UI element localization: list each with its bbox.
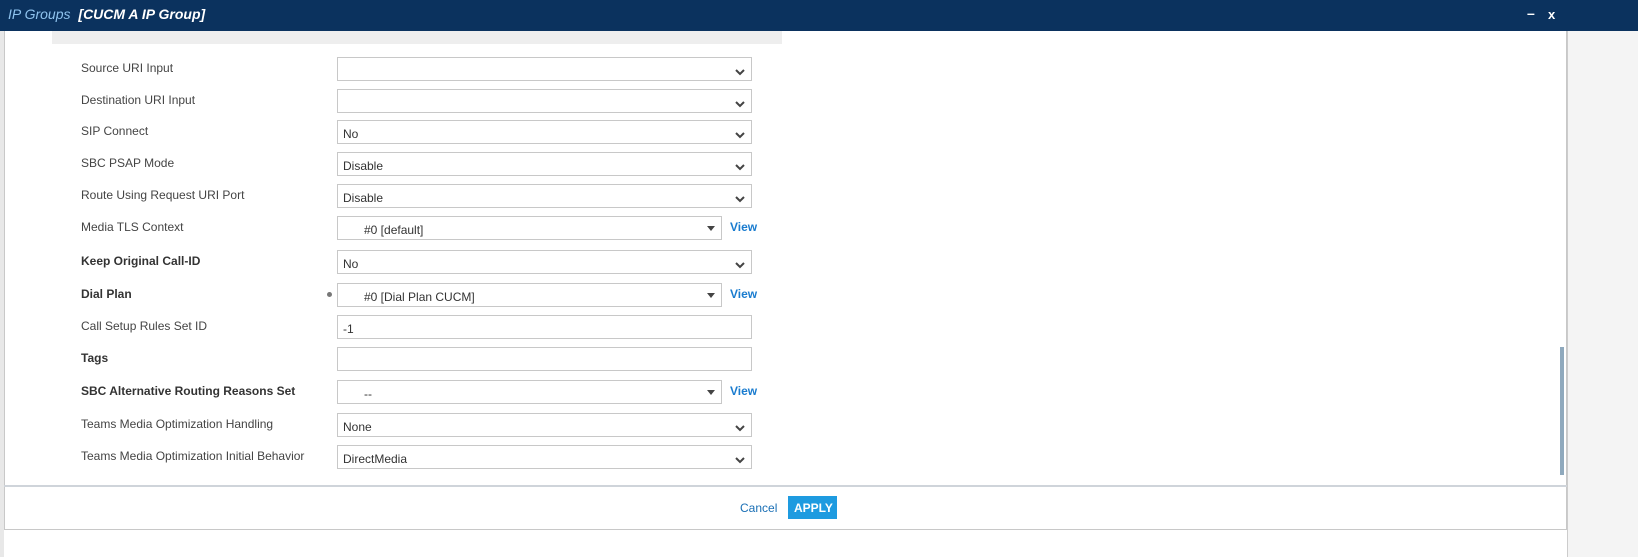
media-tls-context-select[interactable]: #0 [default] (337, 216, 722, 240)
field-label: Tags (81, 351, 109, 365)
field-row-keep-original-call-id: Keep Original Call-ID No (81, 250, 781, 274)
destination-uri-input-select[interactable] (337, 89, 752, 113)
field-label: Teams Media Optimization Handling (81, 417, 274, 431)
media-tls-context-view-link[interactable]: View (730, 220, 757, 234)
field-row-sbc-psap-mode: SBC PSAP Mode Disable (81, 152, 781, 176)
breadcrumb-item: [CUCM A IP Group] (78, 6, 206, 22)
apply-button[interactable]: APPLY (788, 496, 837, 519)
select-value: Disable (343, 159, 384, 173)
input-value: -1 (343, 322, 354, 336)
field-label: SBC Alternative Routing Reasons Set (81, 384, 296, 398)
field-row-teams-media-optimization-handling: Teams Media Optimization Handling None (81, 413, 781, 437)
select-value: No (343, 257, 359, 271)
sbc-alternative-routing-reasons-set-select[interactable]: -- (337, 380, 722, 404)
field-label: Keep Original Call-ID (81, 254, 201, 268)
chevron-down-icon (735, 160, 745, 174)
dropdown-triangle-icon (707, 293, 715, 298)
field-label: Dial Plan (81, 287, 132, 301)
field-row-destination-uri-input: Destination URI Input (81, 89, 781, 113)
footer-divider (4, 485, 1567, 487)
background-page (1567, 0, 1638, 557)
call-setup-rules-set-id-input[interactable]: -1 (337, 315, 752, 339)
chevron-down-icon (735, 128, 745, 142)
sip-connect-select[interactable]: No (337, 120, 752, 144)
close-icon[interactable]: x (1548, 7, 1555, 22)
field-row-media-tls-context: Media TLS Context #0 [default] View (81, 216, 781, 240)
field-label: Teams Media Optimization Initial Behavio… (81, 449, 305, 463)
chevron-down-icon (735, 421, 745, 435)
scrollbar[interactable] (1560, 347, 1564, 475)
select-value: None (343, 420, 372, 434)
dialog-header: IP Groups [CUCM A IP Group] – x (0, 0, 1638, 31)
minimize-icon[interactable]: – (1527, 5, 1535, 21)
select-value: #0 [default] (364, 223, 424, 237)
tags-input[interactable] (337, 347, 752, 371)
source-uri-input-select[interactable] (337, 57, 752, 81)
field-row-sip-connect: SIP Connect No (81, 120, 781, 144)
select-value: DirectMedia (343, 452, 408, 466)
chevron-down-icon (735, 258, 745, 272)
dropdown-triangle-icon (707, 390, 715, 395)
sbc-alternative-routing-reasons-set-view-link[interactable]: View (730, 384, 757, 398)
cancel-button[interactable]: Cancel (740, 501, 777, 515)
sbc-psap-mode-select[interactable]: Disable (337, 152, 752, 176)
field-row-source-uri-input: Source URI Input (81, 57, 781, 81)
chevron-down-icon (735, 192, 745, 206)
field-row-tags: Tags (81, 347, 781, 371)
select-value: Disable (343, 191, 384, 205)
breadcrumb-section: IP Groups (8, 6, 71, 22)
teams-media-optimization-handling-select[interactable]: None (337, 413, 752, 437)
select-value: -- (364, 387, 372, 401)
chevron-down-icon (735, 97, 745, 111)
field-row-dial-plan: Dial Plan #0 [Dial Plan CUCM] View (81, 283, 781, 307)
section-header (52, 31, 782, 44)
chevron-down-icon (735, 453, 745, 467)
field-row-teams-media-optimization-initial-behavior: Teams Media Optimization Initial Behavio… (81, 445, 781, 469)
dial-plan-select[interactable]: #0 [Dial Plan CUCM] (337, 283, 722, 307)
field-row-call-setup-rules-set-id: Call Setup Rules Set ID -1 (81, 315, 781, 339)
teams-media-optimization-initial-behavior-select[interactable]: DirectMedia (337, 445, 752, 469)
select-value: No (343, 127, 359, 141)
route-using-request-uri-port-select[interactable]: Disable (337, 184, 752, 208)
field-label: SIP Connect (81, 124, 149, 138)
field-label: Call Setup Rules Set ID (81, 319, 208, 333)
field-row-route-using-request-uri-port: Route Using Request URI Port Disable (81, 184, 781, 208)
field-label: Source URI Input (81, 61, 174, 75)
field-label: Route Using Request URI Port (81, 188, 245, 202)
modified-indicator-icon (327, 292, 332, 297)
field-label: Media TLS Context (81, 220, 184, 234)
field-label: SBC PSAP Mode (81, 156, 175, 170)
select-value: #0 [Dial Plan CUCM] (364, 290, 475, 304)
field-label: Destination URI Input (81, 93, 196, 107)
chevron-down-icon (735, 65, 745, 79)
dropdown-triangle-icon (707, 226, 715, 231)
dial-plan-view-link[interactable]: View (730, 287, 757, 301)
dialog-title: IP Groups [CUCM A IP Group] (8, 6, 205, 22)
keep-original-call-id-select[interactable]: No (337, 250, 752, 274)
field-row-sbc-alternative-routing-reasons-set: SBC Alternative Routing Reasons Set -- Vie… (81, 380, 781, 404)
